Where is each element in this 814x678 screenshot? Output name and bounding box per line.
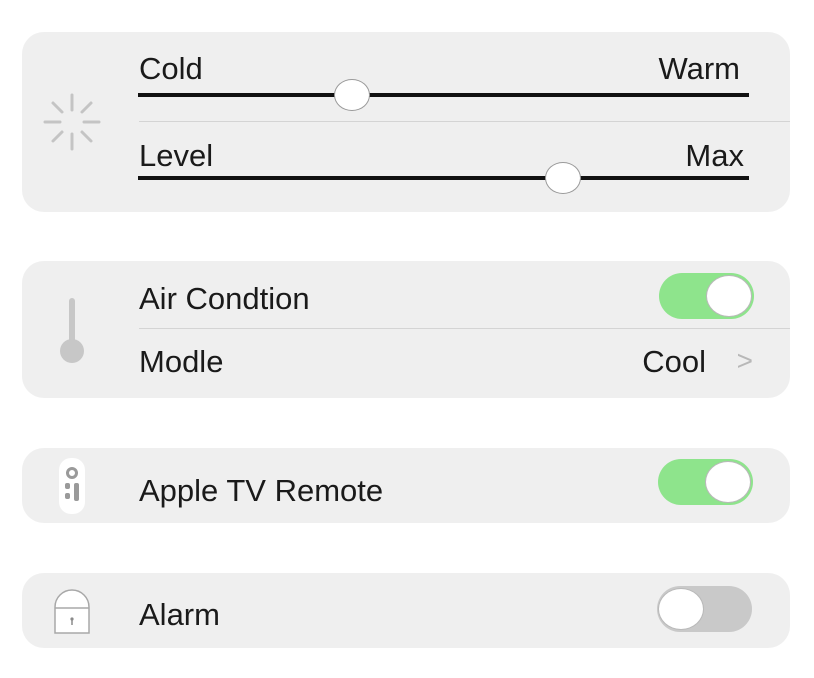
apple-tv-remote-label: Apple TV Remote (139, 473, 384, 508)
thermometer-icon (60, 297, 84, 363)
alarm-label: Alarm (139, 597, 220, 632)
lock-icon (54, 588, 90, 634)
mode-value[interactable]: Cool (642, 346, 706, 377)
alarm-toggle-knob (658, 588, 704, 630)
light-divider (139, 121, 790, 122)
air-condition-toggle[interactable] (659, 273, 754, 319)
light-controls-card: Cold Warm Level Max (22, 32, 790, 212)
apple-tv-remote-toggle[interactable] (658, 459, 753, 505)
mode-label[interactable]: Modle (139, 346, 223, 377)
temperature-slider-track (138, 93, 749, 97)
brightness-slider[interactable] (138, 162, 749, 194)
apple-tv-remote-toggle-knob (705, 461, 751, 503)
chevron-right-icon[interactable]: > (737, 347, 753, 375)
apple-tv-remote-icon (59, 457, 85, 514)
lock-icon-area (22, 573, 122, 648)
light-icon-area (22, 32, 122, 212)
thermometer-icon-area (22, 261, 122, 398)
brightness-slider-track (138, 176, 749, 180)
remote-icon-area (22, 448, 122, 523)
temperature-slider-thumb[interactable] (333, 79, 370, 111)
air-condition-label: Air Condtion (139, 281, 310, 316)
climate-divider (139, 328, 790, 329)
temperature-slider[interactable] (138, 79, 749, 111)
alarm-toggle[interactable] (657, 586, 752, 632)
climate-card: Air Condtion Modle Cool > (22, 261, 790, 398)
alarm-card: Alarm (22, 573, 790, 648)
light-rays-icon (43, 93, 101, 151)
brightness-slider-thumb[interactable] (544, 162, 581, 194)
remote-card: Apple TV Remote (22, 448, 790, 523)
air-condition-toggle-knob (706, 275, 752, 317)
